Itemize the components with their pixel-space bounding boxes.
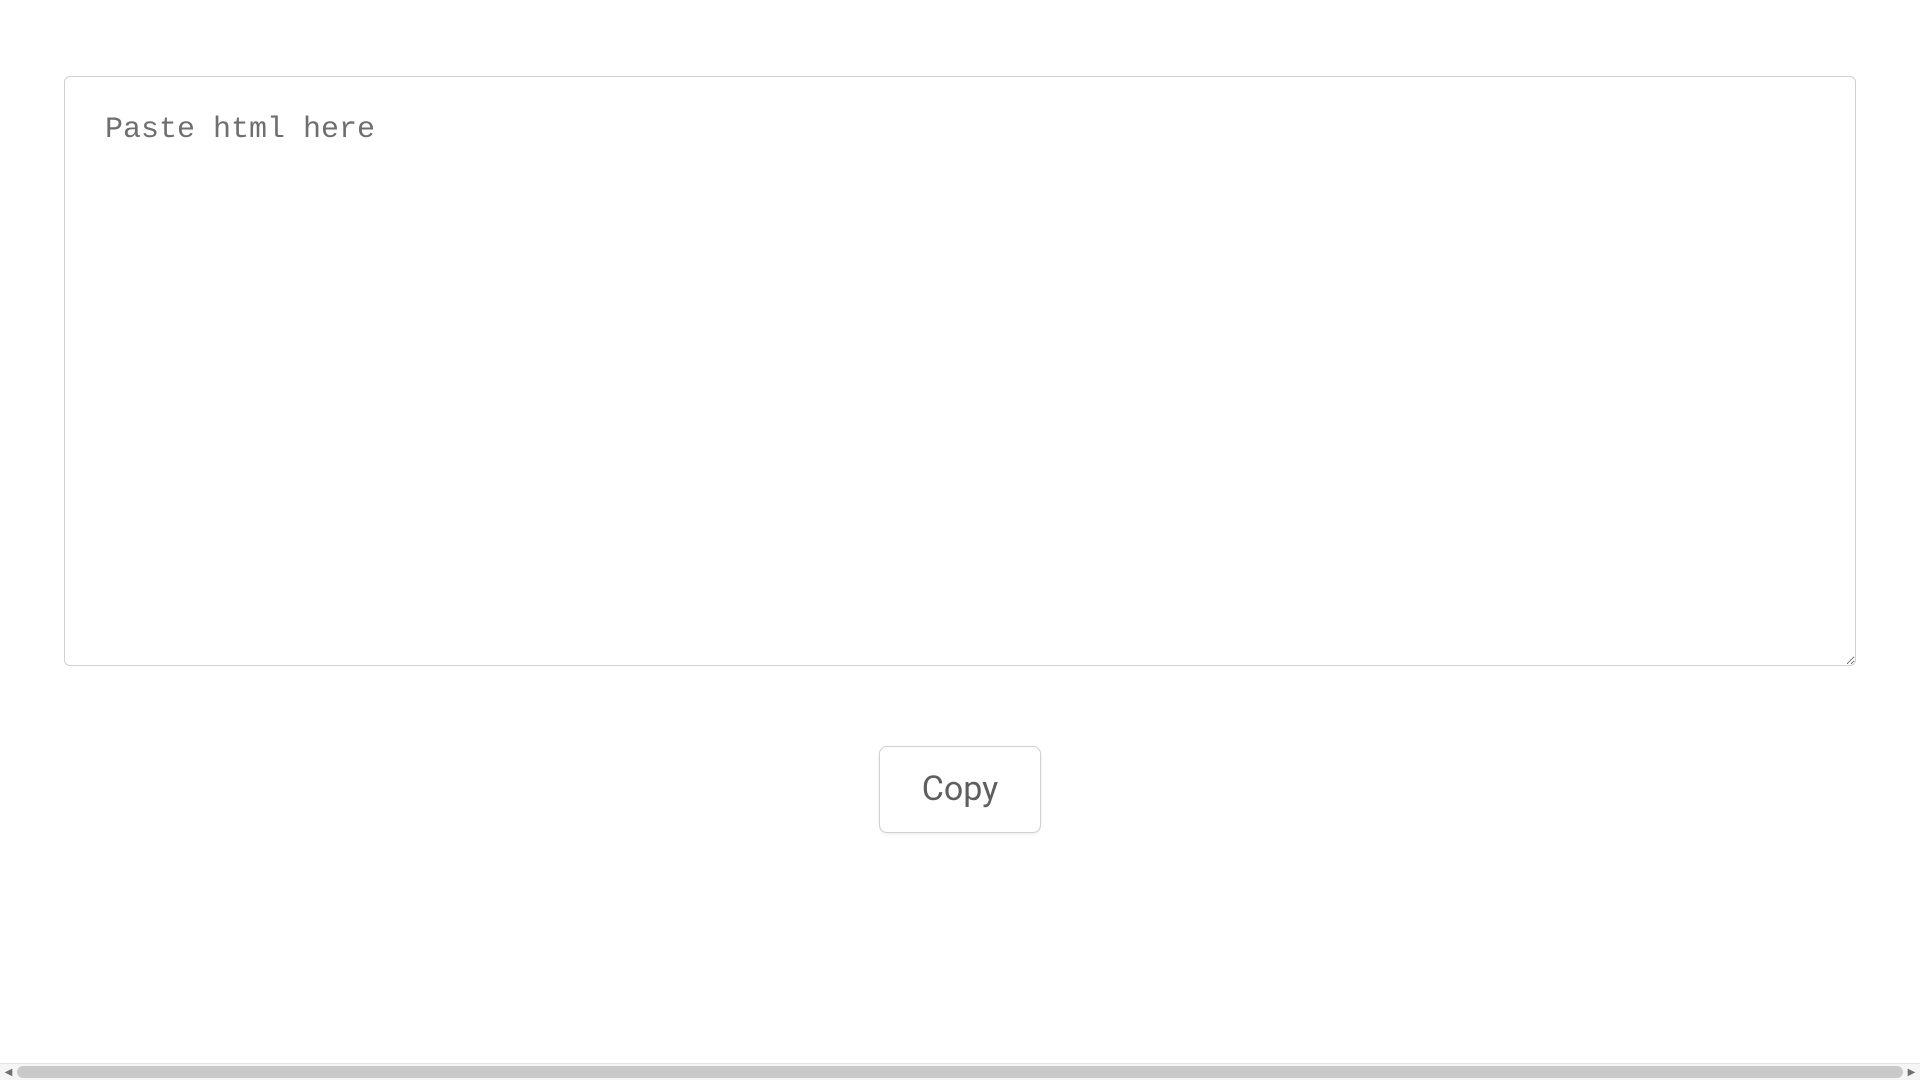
copy-button[interactable]: Copy — [879, 746, 1042, 833]
scroll-track[interactable] — [17, 1066, 1903, 1078]
scroll-thumb[interactable] — [17, 1066, 1903, 1078]
html-input[interactable] — [64, 76, 1856, 666]
scroll-left-icon[interactable]: ◀ — [0, 1064, 17, 1080]
horizontal-scrollbar[interactable]: ◀ ▶ — [0, 1063, 1920, 1080]
action-row: Copy — [64, 746, 1856, 833]
scroll-right-icon[interactable]: ▶ — [1903, 1064, 1920, 1080]
